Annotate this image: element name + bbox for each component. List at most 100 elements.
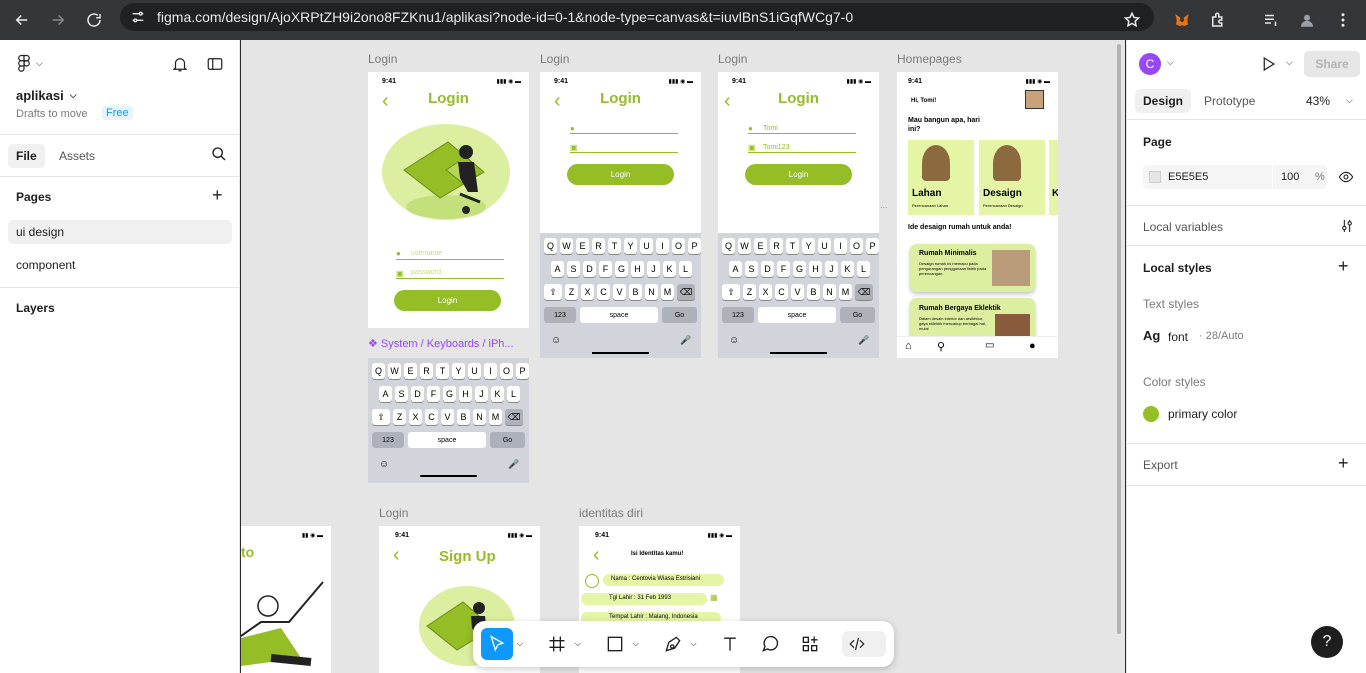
key: X — [581, 284, 594, 300]
primary-color-swatch[interactable] — [1143, 406, 1159, 422]
frame-label-identitas[interactable]: identitas diri — [579, 506, 643, 520]
media-control-icon[interactable] — [1257, 6, 1285, 34]
page-opacity[interactable]: 100 — [1281, 171, 1299, 183]
home-indicator — [420, 475, 477, 477]
page-color-hex[interactable]: E5E5E5 — [1168, 171, 1208, 183]
frame-label-signup[interactable]: Login — [379, 506, 408, 520]
site-settings-icon[interactable] — [130, 9, 146, 30]
chevron-down-icon[interactable]: ⌵ — [1346, 95, 1353, 106]
text-tool-icon[interactable] — [716, 630, 744, 658]
plan-badge[interactable]: Free — [102, 106, 133, 120]
share-button[interactable]: Share — [1304, 51, 1360, 77]
visibility-eye-icon[interactable] — [1338, 170, 1354, 189]
text-style-name[interactable]: font — [1168, 330, 1188, 344]
page-item-component[interactable]: component — [16, 258, 75, 272]
actions-tool-icon[interactable] — [796, 630, 824, 658]
present-play-icon[interactable] — [1259, 55, 1277, 78]
chevron-down-icon[interactable]: ⌵ — [1286, 57, 1293, 68]
frame-login-3[interactable]: 9:41 ▮▮▮ ◉ ▬ ‹ Login ● Tomi ▣ Tomi123 Lo… — [718, 72, 879, 358]
tab-assets[interactable]: Assets — [59, 149, 95, 163]
chevron-down-icon[interactable]: ⌵ — [517, 639, 525, 649]
sidebar-toggle-icon[interactable] — [206, 55, 224, 78]
user-icon: ● — [570, 124, 575, 133]
backspace-key: ⌫ — [677, 284, 695, 300]
forward-icon[interactable] — [44, 6, 72, 34]
key: B — [457, 409, 470, 425]
tab-design[interactable]: Design — [1135, 89, 1192, 113]
idea-card-minimalis: Rumah Minimalis Desaign rumah ini memacu… — [910, 244, 1035, 292]
comment-tool-icon[interactable] — [756, 630, 784, 658]
backspace-key: ⌫ — [505, 409, 523, 425]
reload-icon[interactable] — [80, 6, 108, 34]
frame-tool-icon[interactable] — [543, 630, 571, 658]
key: R — [592, 238, 605, 254]
browser-menu-icon[interactable] — [1329, 6, 1357, 34]
chevron-down-icon[interactable]: ⌵ — [575, 639, 583, 649]
extensions-icon[interactable] — [1204, 6, 1232, 34]
rectangle-tool-icon[interactable] — [601, 630, 629, 658]
zoom-level[interactable]: 43% — [1306, 94, 1330, 108]
help-button[interactable]: ? — [1311, 626, 1343, 658]
page-color-field[interactable]: E5E5E5 100 % — [1143, 165, 1327, 189]
frame-label-homepages[interactable]: Homepages — [897, 52, 962, 66]
variables-settings-icon[interactable] — [1339, 218, 1355, 239]
signup-title: Sign Up — [439, 548, 496, 565]
key-row-3: ⇧ Z X C V B N M ⌫ — [722, 284, 873, 300]
back-icon[interactable] — [8, 6, 36, 34]
profile-avatar[interactable] — [1293, 6, 1321, 34]
component-label[interactable]: ❖ System / Keyboards / iPh... — [368, 337, 514, 350]
tab-prototype[interactable]: Prototype — [1204, 94, 1255, 108]
frame-partial-left[interactable]: ▮▮ ◉ ▬ to — [241, 526, 331, 673]
frame-label-login-3[interactable]: Login — [718, 52, 747, 66]
color-styles-title: Color styles — [1143, 375, 1206, 389]
key: Y — [802, 238, 815, 254]
identity-title: Isi Identitas kamu! — [631, 551, 684, 557]
add-page-icon[interactable]: + — [212, 186, 223, 204]
main-menu-button[interactable]: ⌵ — [16, 54, 43, 72]
frame-login-1[interactable]: 9:41 ▮▮▮ ◉ ▬ ‹ Login ● username ▣ passwo… — [368, 72, 529, 328]
bottom-toolbar: ⌵ ⌵ ⌵ ⌵ — [473, 621, 894, 667]
card-partial: K — [1049, 140, 1058, 215]
frame-label-login-1[interactable]: Login — [368, 52, 397, 66]
move-tool-icon[interactable] — [481, 628, 513, 660]
frame-label-login-2[interactable]: Login — [540, 52, 569, 66]
search-icon[interactable] — [211, 146, 227, 167]
color-style-name[interactable]: primary color — [1168, 407, 1237, 421]
file-header: ⌵ aplikasi ⌵ Drafts to move Free — [0, 40, 240, 135]
card-title: Lahan — [912, 188, 942, 199]
add-style-icon[interactable]: + — [1338, 256, 1349, 277]
bookmark-star-icon[interactable] — [1118, 6, 1146, 34]
login-title: Login — [600, 90, 641, 107]
key-go: Go — [662, 307, 697, 323]
canvas-scrollbar[interactable] — [1117, 44, 1121, 634]
local-variables-title[interactable]: Local variables — [1143, 220, 1223, 234]
file-name-button[interactable]: aplikasi ⌵ — [16, 88, 77, 103]
export-title[interactable]: Export — [1143, 458, 1178, 472]
frame-login-2[interactable]: 9:41 ▮▮▮ ◉ ▬ ‹ Login ● ▣ Login QWERTYUIO… — [540, 72, 701, 358]
pen-tool-icon[interactable] — [659, 630, 687, 658]
key: Z — [565, 284, 578, 300]
right-panel: C ⌵ ⌵ Share Design Prototype 43% ⌵ Page … — [1126, 40, 1366, 673]
page-item-ui-design[interactable]: ui design — [8, 220, 232, 244]
frame-homepages[interactable]: 9:41 ▮▮▮ ◉ ▬ Hi, Tomi! Mau bangun apa, h… — [897, 72, 1058, 358]
chevron-down-icon[interactable]: ⌵ — [633, 639, 641, 649]
key-123: 123 — [372, 432, 404, 448]
dev-mode-toggle[interactable] — [842, 631, 886, 657]
component-label-text: System / Keyboards / iPh... — [380, 338, 514, 350]
notification-bell-icon[interactable] — [171, 55, 189, 78]
color-swatch[interactable] — [1149, 171, 1161, 183]
address-bar[interactable]: figma.com/design/AjoXRPtZH9i2ono8FZKnu1/… — [120, 3, 1154, 31]
status-icons: ▮▮▮ ◉ ▬ — [496, 79, 521, 85]
tab-file[interactable]: File — [8, 144, 45, 168]
user-avatar[interactable]: C — [1139, 53, 1161, 75]
key: W — [388, 363, 401, 379]
drafts-location[interactable]: Drafts to move — [16, 108, 88, 120]
chevron-down-icon[interactable]: ⌵ — [1167, 57, 1174, 68]
home-question: Mau bangun apa, hari ini? — [908, 117, 980, 133]
canvas[interactable]: Login 9:41 ▮▮▮ ◉ ▬ ‹ Login ● username ▣ … — [241, 40, 1125, 673]
chevron-down-icon[interactable]: ⌵ — [690, 639, 698, 649]
keyboard-1[interactable]: QWERTYUIOP ASDFGHJKL ⇧ Z X C V B N M ⌫ 123 space… — [368, 358, 529, 483]
key: G — [615, 261, 628, 277]
add-export-icon[interactable]: + — [1338, 453, 1349, 474]
metamask-extension-icon[interactable] — [1168, 6, 1196, 34]
